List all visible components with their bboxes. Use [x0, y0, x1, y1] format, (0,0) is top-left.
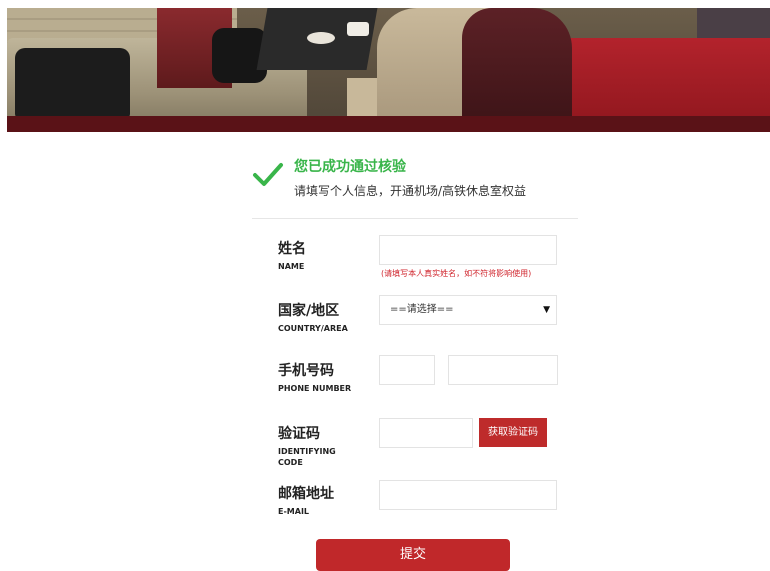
- email-label-en: E-MAIL: [278, 507, 310, 516]
- name-label-cn: 姓名: [278, 241, 306, 257]
- success-subtitle: 请填写个人信息，开通机场/高铁休息室权益: [294, 184, 527, 198]
- get-code-button[interactable]: 获取验证码: [479, 418, 547, 447]
- verify-label-cn: 验证码: [278, 426, 320, 442]
- phone-label-cn: 手机号码: [278, 363, 334, 379]
- phone-label-en: PHONE NUMBER: [278, 384, 352, 393]
- hero-floor: [7, 116, 770, 132]
- check-icon: [253, 163, 283, 186]
- hero-person-woman: [462, 8, 572, 132]
- name-label-en: NAME: [278, 262, 305, 271]
- email-label-cn: 邮箱地址: [278, 486, 334, 502]
- divider: [252, 218, 578, 219]
- success-message: 您已成功通过核验 请填写个人信息，开通机场/高铁休息室权益: [252, 150, 578, 210]
- verify-label-en-1: IDENTIFYING: [278, 447, 336, 456]
- country-label-en: COUNTRY/AREA: [278, 324, 348, 333]
- country-label-cn: 国家/地区: [278, 303, 340, 319]
- phone-number-input[interactable]: [448, 355, 558, 385]
- name-label: 姓名 NAME: [278, 238, 306, 272]
- phone-label: 手机号码 PHONE NUMBER: [278, 360, 351, 394]
- chevron-down-icon: ▼: [543, 305, 550, 315]
- hero-bag: [15, 48, 130, 118]
- hero-banner-image: [7, 8, 770, 132]
- verify-code-input[interactable]: [379, 418, 473, 448]
- phone-area-code-input[interactable]: [379, 355, 435, 385]
- success-title: 您已成功通过核验: [294, 159, 406, 175]
- hero-plate: [307, 32, 335, 44]
- name-input[interactable]: [379, 235, 557, 265]
- country-selected-value: ==请选择==: [390, 304, 454, 315]
- name-hint: (请填写本人真实姓名，如不符将影响使用): [381, 269, 532, 278]
- country-select[interactable]: ==请选择== ▼: [379, 295, 557, 325]
- email-label: 邮箱地址 E-MAIL: [278, 483, 334, 517]
- email-input[interactable]: [379, 480, 557, 510]
- verify-label: 验证码 IDENTIFYING CODE: [278, 423, 336, 468]
- submit-button[interactable]: 提交: [316, 539, 510, 571]
- hero-cup: [347, 22, 369, 36]
- country-label: 国家/地区 COUNTRY/AREA: [278, 300, 348, 334]
- verify-label-en-2: CODE: [278, 458, 303, 467]
